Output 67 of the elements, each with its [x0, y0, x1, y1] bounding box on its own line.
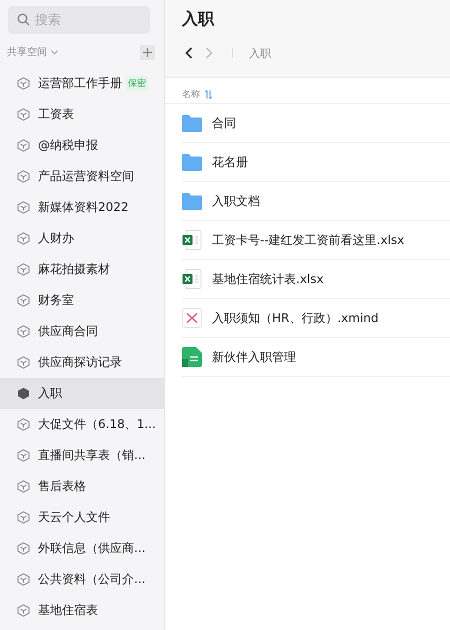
file-row[interactable]: 合同 [182, 104, 450, 143]
cube-icon [17, 294, 30, 307]
cube-icon [17, 170, 30, 183]
file-row[interactable]: 新伙伴入职管理 [182, 338, 450, 377]
cube-icon [17, 387, 30, 400]
cube-icon [17, 139, 30, 152]
space-item[interactable]: 人财办 [0, 223, 164, 254]
space-item[interactable]: 大促文件（6.18、1... [0, 409, 164, 440]
cube-icon [17, 77, 30, 90]
space-item[interactable]: 财务室 [0, 285, 164, 316]
space-item[interactable]: @纳税申报 [0, 130, 164, 161]
file-name: 入职须知（HR、行政）.xmind [212, 310, 379, 326]
page-title: 入职 [182, 9, 216, 30]
search-field[interactable]: 搜索 [8, 6, 150, 34]
spreadsheet-file-icon [182, 230, 202, 250]
secret-tag: 保密 [126, 76, 148, 91]
plus-icon [143, 48, 152, 56]
file-row[interactable]: 花名册 [182, 143, 450, 182]
cube-icon [17, 418, 30, 431]
cube-icon [17, 108, 30, 121]
space-item[interactable]: 基地住宿表 [0, 595, 164, 626]
cube-icon [17, 232, 30, 245]
cube-icon [17, 449, 30, 462]
file-row[interactable]: 基地住宿统计表.xlsx [182, 260, 450, 299]
file-name: 工资卡号--建红发工资前看这里.xlsx [212, 232, 404, 248]
sort-icon[interactable] [205, 90, 212, 98]
cube-icon [17, 511, 30, 524]
space-item[interactable]: 麻花拍摄素材 [0, 254, 164, 285]
space-item[interactable]: 工资表 [0, 99, 164, 130]
space-item[interactable]: 外联信息（供应商... [0, 533, 164, 564]
column-header[interactable]: 名称 [182, 88, 200, 100]
space-item[interactable]: 运营部工作手册 保密 [0, 68, 164, 99]
sheet-doc-icon [182, 347, 202, 367]
cube-icon [17, 480, 30, 493]
cube-icon [17, 573, 30, 586]
cube-icon [17, 604, 30, 617]
space-item[interactable]: 新媒体资料2022 [0, 192, 164, 223]
chevron-left-icon [185, 47, 193, 59]
file-name: 新伙伴入职管理 [212, 348, 296, 366]
cube-icon [17, 325, 30, 338]
mindmap-file-icon [182, 308, 202, 328]
add-button[interactable] [140, 44, 155, 60]
file-row[interactable]: 入职文档 [182, 182, 450, 221]
space-item[interactable]: 直播间共享表（销... [0, 440, 164, 471]
folder-icon [182, 154, 202, 170]
file-row[interactable]: 入职须知（HR、行政）.xmind [182, 299, 450, 338]
file-name: 基地住宿统计表.xlsx [212, 270, 324, 288]
space-item[interactable]: 供应商合同 [0, 316, 164, 347]
file-name: 入职文档 [212, 192, 260, 210]
file-name: 合同 [212, 114, 236, 132]
space-item[interactable]: 产品运营资料空间 [0, 161, 164, 192]
space-item[interactable]: 天云个人文件 [0, 502, 164, 533]
spreadsheet-file-icon [182, 269, 202, 289]
cube-icon [17, 356, 30, 369]
folder-icon [182, 114, 202, 132]
space-item[interactable]: 入职 [0, 378, 164, 409]
file-row[interactable]: 工资卡号--建红发工资前看这里.xlsx [182, 221, 450, 260]
space-item[interactable]: 售后表格 [0, 471, 164, 502]
cube-icon [17, 542, 30, 555]
cube-icon [17, 201, 30, 214]
chevron-right-icon [205, 47, 213, 59]
chevron-down-icon[interactable] [51, 50, 58, 54]
space-item[interactable]: 公共资料（公司介... [0, 564, 164, 595]
file-name: 花名册 [212, 154, 248, 170]
cube-icon [17, 263, 30, 276]
folder-icon [182, 192, 202, 210]
space-item[interactable]: 供应商探访记录 [0, 347, 164, 378]
